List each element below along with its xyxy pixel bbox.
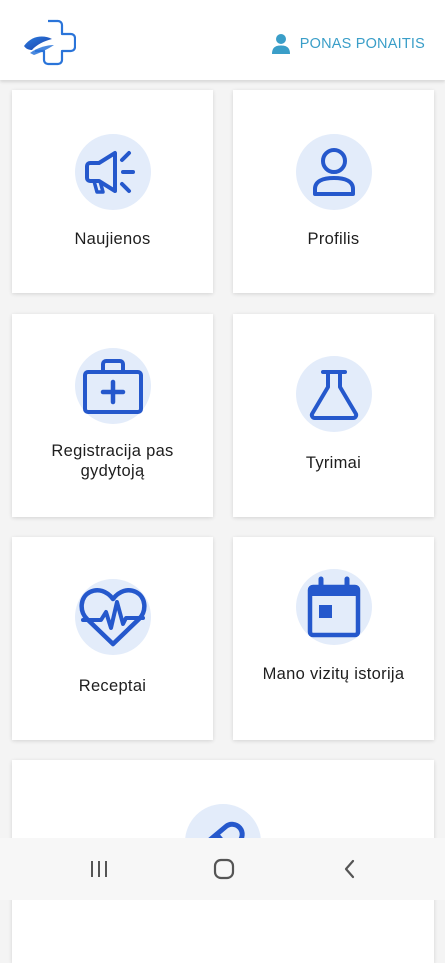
tile-tyrimai[interactable]: Tyrimai (233, 314, 434, 517)
heart-pulse-icon (79, 588, 146, 647)
tile-registracija[interactable]: Registracija pas gydytoją (12, 314, 213, 517)
app-header: PONAS PONAITIS (0, 0, 445, 80)
recent-apps-icon[interactable] (85, 855, 113, 883)
tile-label: Profilis (307, 230, 360, 248)
icon-circle (295, 134, 372, 210)
menu-grid: Naujienos Profilis Registracija pas gydy… (0, 0, 445, 963)
icon-circle (74, 348, 151, 424)
home-icon[interactable] (210, 855, 238, 883)
tile-naujienos[interactable]: Naujienos (12, 90, 213, 293)
tile-label: Tyrimai (305, 454, 362, 472)
tile-label: Naujienos (74, 230, 151, 248)
person-icon (271, 34, 290, 54)
tile-label: Mano vizitų istorija (262, 665, 405, 683)
person-icon (312, 148, 355, 196)
tile-label: Registracija pas gydytoją (51, 442, 174, 480)
calendar-icon (307, 576, 360, 638)
icon-circle (74, 579, 151, 655)
flask-icon (309, 370, 358, 420)
tile-receptai[interactable]: Receptai (12, 537, 213, 740)
icon-circle (295, 569, 372, 645)
system-navigation-bar (0, 838, 445, 900)
icon-circle (295, 356, 372, 432)
user-menu[interactable]: PONAS PONAITIS (270, 33, 425, 55)
medical-cross-logo[interactable] (22, 17, 77, 67)
tile-vizitu-istorija[interactable]: Mano vizitų istorija (233, 537, 434, 740)
megaphone-icon (84, 151, 135, 194)
icon-circle (74, 134, 151, 210)
tile-profilis[interactable]: Profilis (233, 90, 434, 293)
user-name: PONAS PONAITIS (299, 36, 425, 52)
back-icon[interactable] (336, 855, 364, 883)
tile-label: Receptai (78, 677, 147, 695)
first-aid-kit-icon (82, 359, 143, 414)
